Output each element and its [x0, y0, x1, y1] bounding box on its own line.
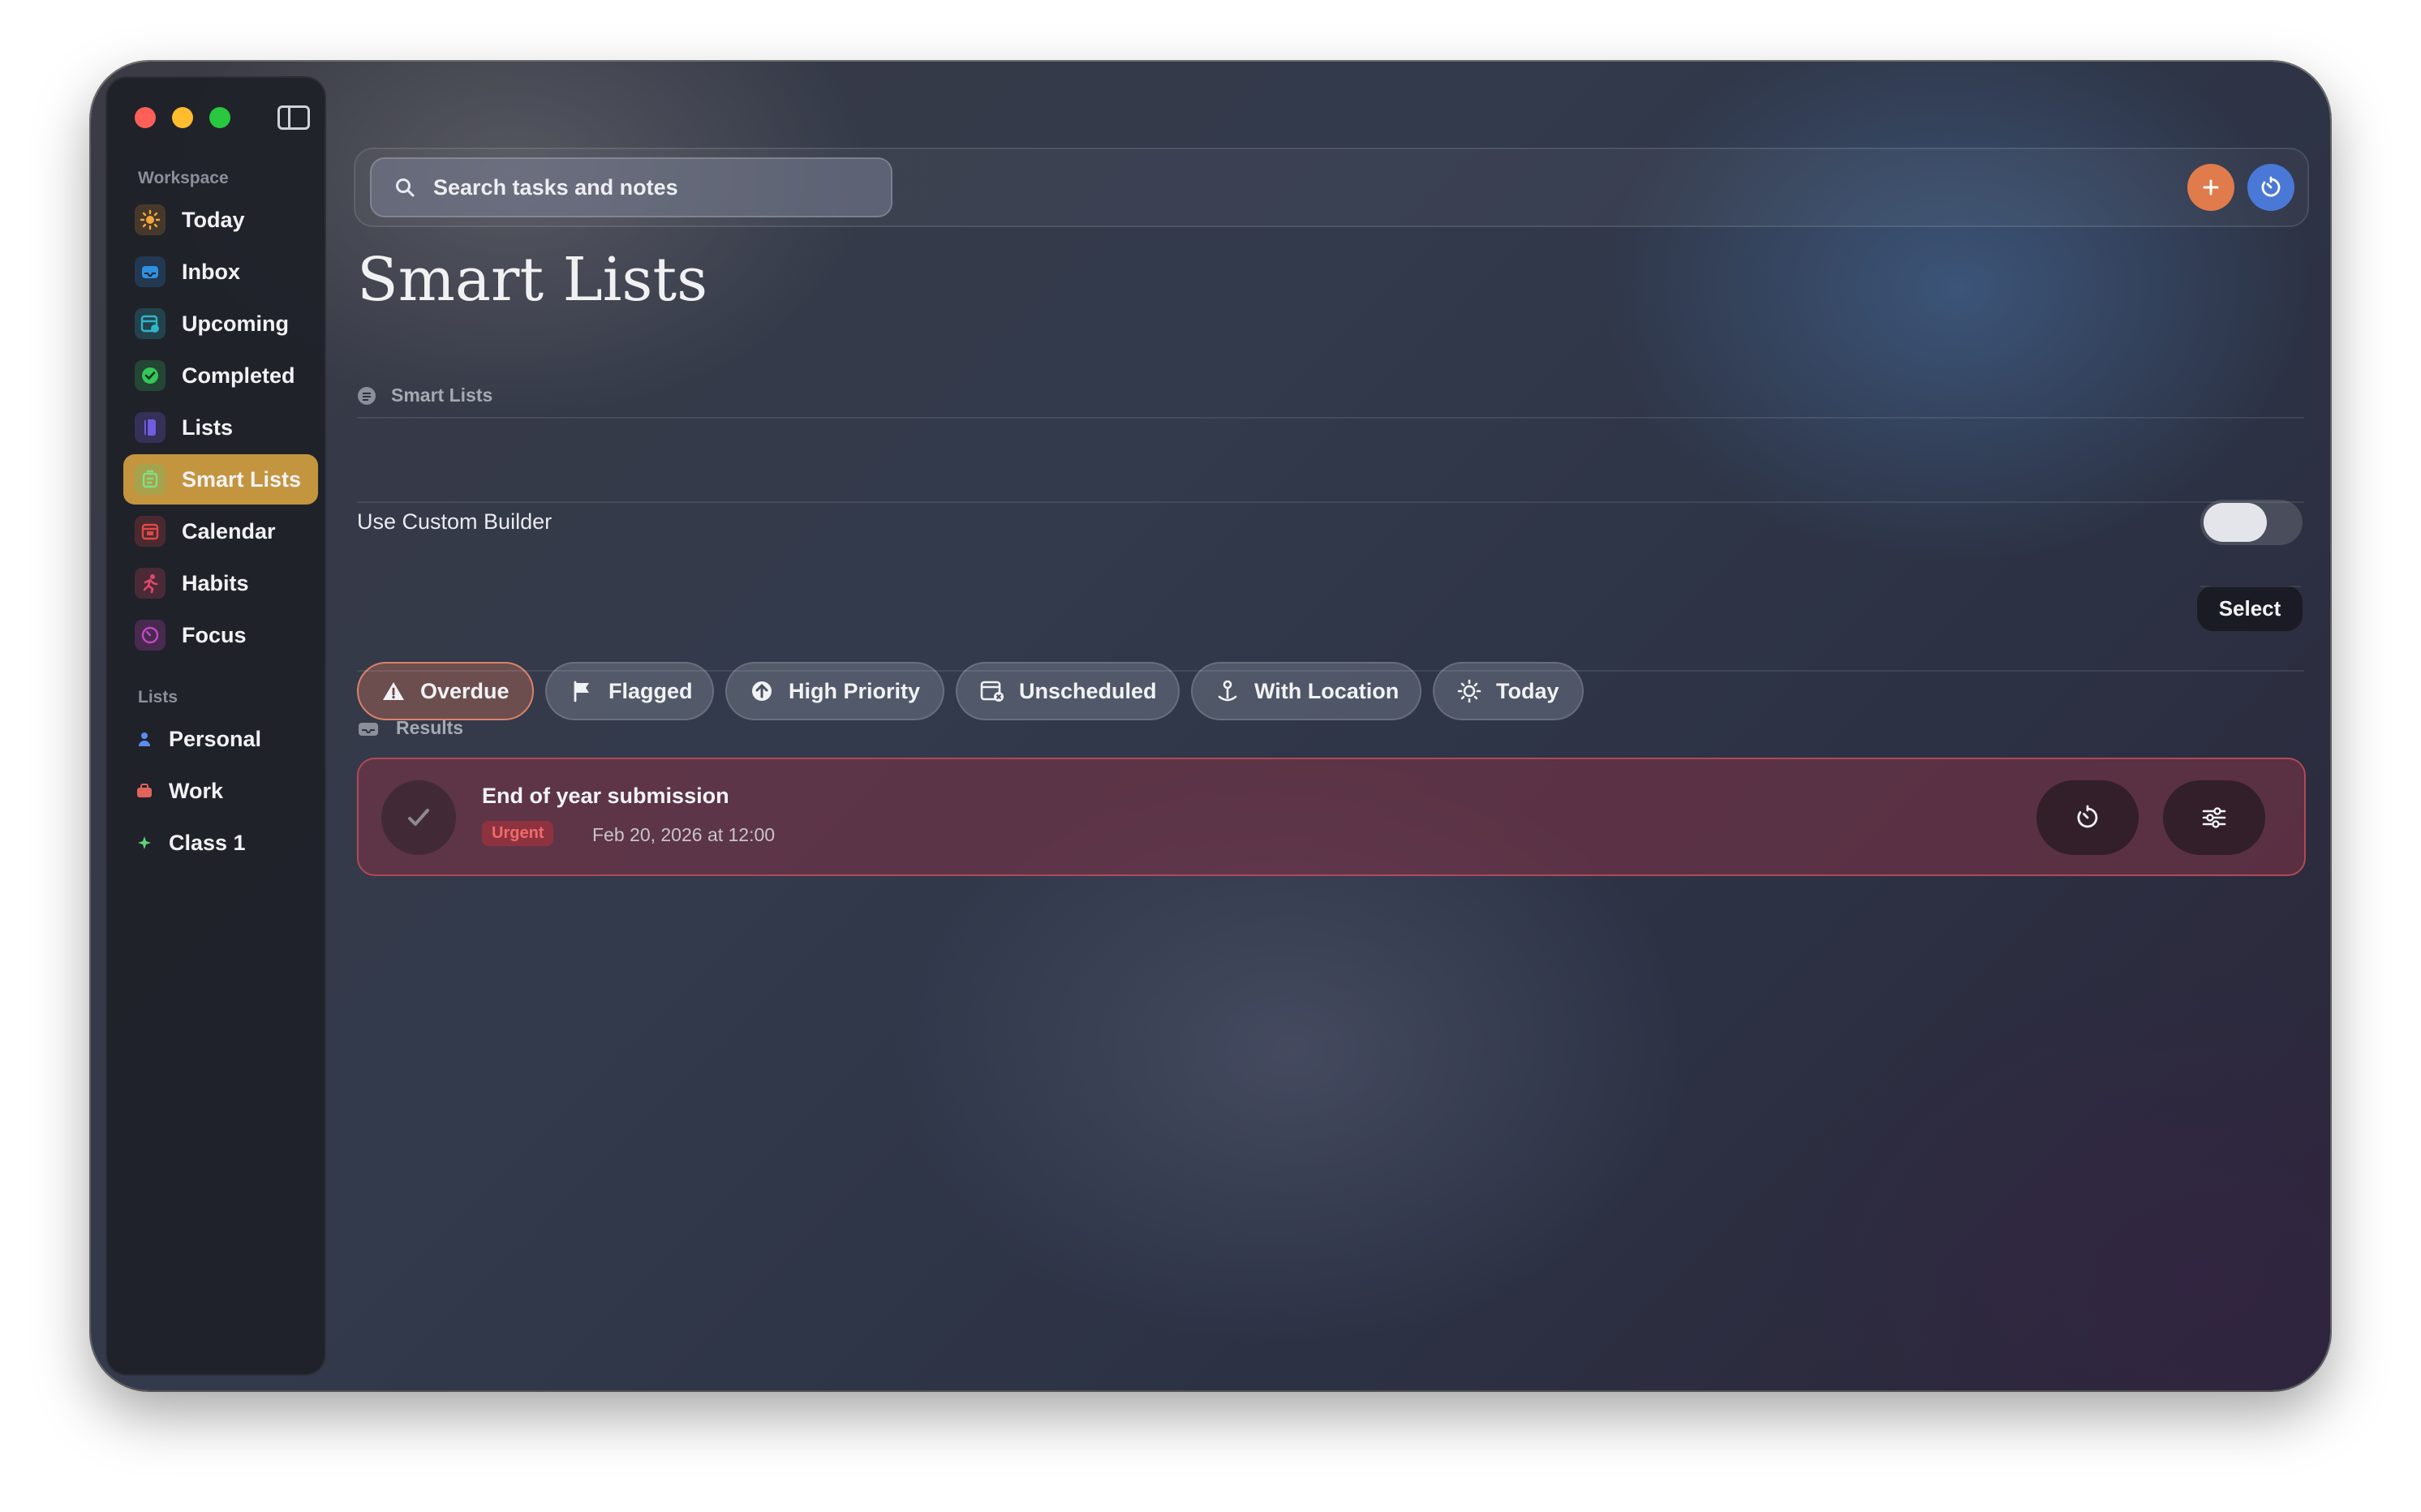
app-window: Workspace Today Inbox Upcoming Completed — [91, 62, 2330, 1390]
location-pin-icon — [1215, 679, 1240, 703]
sparkle-icon — [135, 835, 154, 851]
select-button[interactable]: Select — [2197, 586, 2303, 631]
sidebar-item-completed[interactable]: Completed — [123, 350, 318, 401]
smart-list-icon — [135, 464, 166, 495]
task-options-button[interactable] — [2163, 780, 2265, 855]
minimize-window-button[interactable] — [172, 107, 193, 128]
sun-icon — [135, 204, 166, 235]
page-title: Smart Lists — [357, 245, 708, 315]
warning-icon — [381, 679, 406, 703]
search-input[interactable] — [432, 174, 854, 201]
sidebar-item-label: Completed — [182, 363, 295, 388]
chip-label: Today — [1496, 678, 1559, 703]
sidebar-toggle-icon[interactable] — [277, 105, 310, 130]
divider — [357, 670, 2304, 672]
sidebar-list-class-1[interactable]: Class 1 — [123, 818, 318, 868]
calendar-clock-icon — [135, 308, 166, 339]
focus-timer-button[interactable] — [2247, 164, 2294, 211]
lists-section-label: Lists — [138, 688, 178, 707]
search-icon — [394, 177, 415, 198]
runner-icon — [135, 568, 166, 599]
list-bullet-icon — [357, 386, 376, 406]
results-section-header: Results — [357, 717, 463, 739]
custom-builder-label: Use Custom Builder — [357, 509, 553, 534]
plus-icon — [2203, 179, 2219, 195]
sidebar-item-label: Smart Lists — [182, 466, 302, 492]
list-item-label: Personal — [169, 726, 262, 751]
add-task-button[interactable] — [2187, 164, 2234, 211]
sidebar-item-label: Upcoming — [182, 311, 289, 336]
sidebar-item-inbox[interactable]: Inbox — [123, 247, 318, 297]
sidebar-item-label: Lists — [182, 415, 234, 440]
timer-icon — [2077, 805, 2098, 828]
sidebar-item-upcoming[interactable]: Upcoming — [123, 299, 318, 349]
sliders-icon — [2202, 807, 2226, 828]
sidebar-item-label: Habits — [182, 570, 249, 595]
chip-label: High Priority — [789, 678, 921, 703]
toggle-knob — [2204, 503, 2267, 542]
chip-label: Flagged — [608, 678, 693, 703]
sidebar-list-personal[interactable]: Personal — [123, 714, 318, 764]
sidebar-item-label: Focus — [182, 622, 247, 647]
list-item-label: Class 1 — [169, 830, 246, 855]
sidebar: Workspace Today Inbox Upcoming Completed — [105, 76, 326, 1376]
toolbar — [354, 148, 2309, 227]
flag-icon — [570, 679, 594, 703]
sidebar-item-today[interactable]: Today — [123, 195, 318, 245]
list-item-label: Work — [169, 778, 224, 803]
workspace-section-label: Workspace — [138, 169, 229, 187]
timer-icon — [135, 620, 166, 651]
divider — [357, 501, 2304, 503]
chip-label: Overdue — [420, 678, 510, 703]
search-bar[interactable] — [370, 157, 892, 217]
sidebar-item-label: Calendar — [182, 518, 276, 543]
task-due-date: Feb 20, 2026 at 12:00 — [592, 824, 776, 845]
sidebar-item-label: Inbox — [182, 259, 240, 284]
chip-label: With Location — [1254, 678, 1400, 703]
sidebar-item-smart-lists[interactable]: Smart Lists — [123, 454, 318, 505]
check-badge-icon — [135, 360, 166, 391]
divider — [2200, 586, 2301, 587]
sidebar-item-label: Today — [182, 207, 245, 232]
sidebar-item-focus[interactable]: Focus — [123, 610, 318, 660]
sun-icon — [1457, 679, 1481, 703]
sidebar-item-habits[interactable]: Habits — [123, 558, 318, 608]
task-title: End of year submission — [482, 784, 729, 808]
checkmark-icon — [408, 809, 429, 826]
start-focus-button[interactable] — [2036, 780, 2139, 855]
chip-label: Unscheduled — [1019, 678, 1157, 703]
arrow-up-circle-icon — [750, 679, 774, 703]
section-title: Smart Lists — [391, 384, 493, 406]
complete-task-button[interactable] — [381, 780, 456, 855]
sidebar-item-calendar[interactable]: Calendar — [123, 506, 318, 556]
sidebar-item-lists[interactable]: Lists — [123, 402, 318, 453]
custom-builder-toggle[interactable] — [2200, 500, 2303, 545]
smart-lists-section-header: Smart Lists — [357, 384, 492, 406]
sidebar-list-work[interactable]: Work — [123, 766, 318, 816]
close-window-button[interactable] — [135, 107, 156, 128]
inbox-icon — [135, 256, 166, 287]
briefcase-icon — [135, 783, 154, 799]
priority-badge: Urgent — [482, 821, 554, 846]
person-icon — [135, 731, 154, 747]
calendar-x-icon — [980, 679, 1004, 703]
calendar-icon — [135, 516, 166, 547]
task-row[interactable]: End of year submission Urgent Feb 20, 20… — [357, 758, 2306, 876]
zoom-window-button[interactable] — [209, 107, 230, 128]
timer-icon — [2261, 176, 2281, 197]
book-icon — [135, 412, 166, 443]
section-title: Results — [396, 717, 464, 738]
tray-icon — [357, 719, 380, 737]
divider — [357, 417, 2304, 419]
